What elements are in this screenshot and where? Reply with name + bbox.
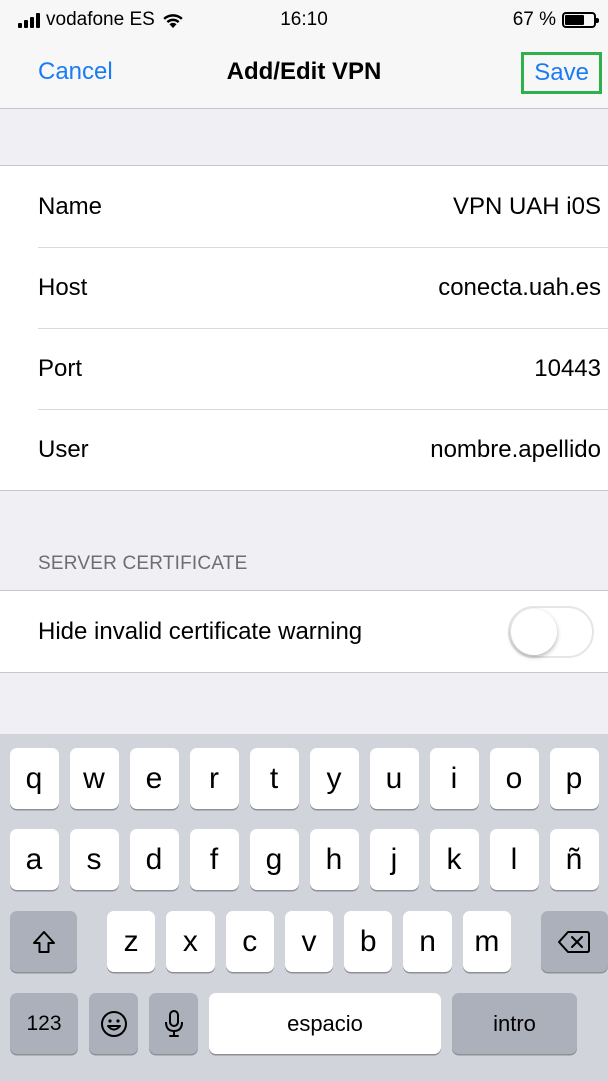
emoji-key[interactable]: [89, 993, 138, 1054]
status-right: 67 %: [512, 9, 599, 31]
key-q[interactable]: q: [9, 748, 59, 809]
hide-invalid-certificate-label: Hide invalid certificate warning: [38, 617, 363, 645]
keyboard-row-1: q w e r t y u i o p: [0, 748, 608, 809]
key-x[interactable]: x: [166, 911, 215, 972]
toggle-knob: [511, 608, 557, 655]
user-field[interactable]: User nombre.apellido: [0, 409, 608, 490]
key-b[interactable]: b: [344, 911, 393, 972]
key-o[interactable]: o: [489, 748, 539, 809]
keyboard-row-3: z x c v b n m: [0, 911, 608, 972]
key-v[interactable]: v: [284, 911, 334, 972]
key-f[interactable]: f: [189, 829, 239, 890]
microphone-key[interactable]: [149, 993, 198, 1054]
keyboard: q w e r t y u i o p a s d f g h j k l ñ: [0, 734, 608, 1081]
key-a[interactable]: a: [9, 829, 59, 890]
key-k[interactable]: k: [429, 829, 479, 890]
key-s[interactable]: s: [69, 829, 119, 890]
key-w[interactable]: w: [69, 748, 119, 809]
hide-invalid-certificate-toggle[interactable]: [508, 605, 594, 658]
key-j[interactable]: j: [369, 829, 419, 890]
shift-icon: [32, 930, 55, 953]
key-g[interactable]: g: [249, 829, 299, 890]
battery-icon: [562, 12, 599, 28]
host-label: Host: [38, 273, 88, 301]
vpn-fields-group: Name VPN UAH i0S Host conecta.uah.es Por…: [0, 165, 608, 491]
emoji-icon: [100, 1010, 127, 1037]
battery-percent: 67 %: [512, 9, 556, 30]
key-m[interactable]: m: [462, 911, 511, 972]
key-enye[interactable]: ñ: [549, 829, 599, 890]
name-label: Name: [38, 192, 103, 220]
numbers-key[interactable]: 123: [10, 993, 78, 1054]
save-button[interactable]: Save: [521, 52, 602, 94]
host-value[interactable]: conecta.uah.es: [438, 274, 601, 302]
key-i[interactable]: i: [429, 748, 479, 809]
navigation-bar: Cancel Add/Edit VPN Save: [0, 38, 608, 109]
name-field[interactable]: Name VPN UAH i0S: [0, 166, 608, 247]
key-d[interactable]: d: [129, 829, 179, 890]
key-l[interactable]: l: [489, 829, 539, 890]
port-field[interactable]: Port 10443: [0, 328, 608, 409]
key-z[interactable]: z: [107, 911, 156, 972]
return-key[interactable]: intro: [452, 993, 577, 1054]
key-c[interactable]: c: [225, 911, 274, 972]
key-p[interactable]: p: [549, 748, 599, 809]
key-n[interactable]: n: [403, 911, 452, 972]
port-label: Port: [38, 354, 83, 382]
hide-invalid-certificate-row: Hide invalid certificate warning: [0, 591, 608, 672]
server-certificate-header: SERVER CERTIFICATE: [38, 553, 248, 574]
screen: vodafone ES 16:10 67 % Cancel Add/Edit V…: [0, 0, 608, 1081]
keyboard-row-4: 123 espacio intro: [0, 993, 608, 1054]
key-e[interactable]: e: [129, 748, 179, 809]
name-value[interactable]: VPN UAH i0S: [453, 193, 601, 221]
keyboard-row-2: a s d f g h j k l ñ: [0, 829, 608, 890]
backspace-icon: [558, 930, 591, 953]
key-y[interactable]: y: [309, 748, 359, 809]
key-t[interactable]: t: [249, 748, 299, 809]
status-bar: vodafone ES 16:10 67 %: [0, 0, 608, 38]
key-r[interactable]: r: [189, 748, 239, 809]
user-value[interactable]: nombre.apellido: [430, 436, 601, 464]
page-title: Add/Edit VPN: [226, 58, 382, 85]
key-h[interactable]: h: [309, 829, 359, 890]
port-value[interactable]: 10443: [534, 355, 601, 383]
host-field[interactable]: Host conecta.uah.es: [0, 247, 608, 328]
shift-key[interactable]: [10, 911, 77, 972]
backspace-key[interactable]: [540, 911, 608, 972]
space-key[interactable]: espacio: [209, 993, 441, 1054]
microphone-icon: [164, 1009, 183, 1037]
server-certificate-group: Hide invalid certificate warning: [0, 590, 608, 673]
user-label: User: [38, 435, 89, 463]
key-u[interactable]: u: [369, 748, 419, 809]
